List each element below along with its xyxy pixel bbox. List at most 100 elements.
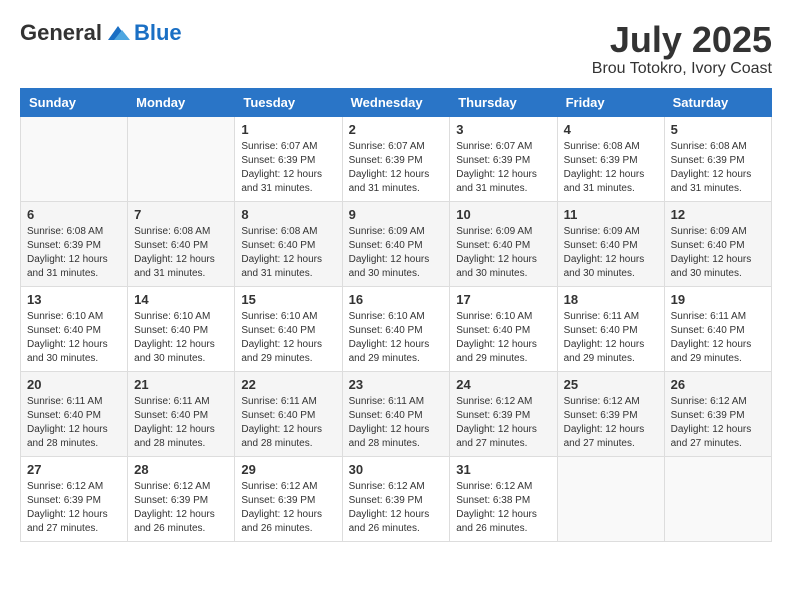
calendar-cell: 11 Sunrise: 6:09 AM Sunset: 6:40 PM Dayli… [557, 201, 664, 286]
day-number: 5 [671, 122, 765, 137]
calendar-cell: 25Sunrise: 6:12 AM Sunset: 6:39 PM Dayli… [557, 371, 664, 456]
calendar-cell: 4 Sunrise: 6:08 AM Sunset: 6:39 PM Daylig… [557, 116, 664, 201]
calendar-cell: 31 Sunrise: 6:12 AM Sunset: 6:38 PM Dayli… [450, 456, 557, 541]
day-number: 13 [27, 292, 121, 307]
day-info: Sunrise: 6:09 AM Sunset: 6:40 PM Dayligh… [456, 225, 550, 281]
calendar-cell: 6 Sunrise: 6:08 AM Sunset: 6:39 PM Daylig… [21, 201, 128, 286]
day-number: 18 [564, 292, 658, 307]
title-block: July 2025 Brou Totokro, Ivory Coast [592, 20, 772, 78]
day-info: Sunrise: 6:11 AM Sunset: 6:40 PM Dayligh… [241, 395, 335, 451]
calendar-cell: 17 Sunrise: 6:10 AM Sunset: 6:40 PM Dayli… [450, 286, 557, 371]
day-number: 3 [456, 122, 550, 137]
day-info: Sunrise: 6:11 AM Sunset: 6:40 PM Dayligh… [564, 310, 658, 366]
day-info: Sunrise: 6:10 AM Sunset: 6:40 PM Dayligh… [27, 310, 121, 366]
day-info: Sunrise: 6:09 AM Sunset: 6:40 PM Dayligh… [564, 225, 658, 281]
day-number: 20 [27, 377, 121, 392]
calendar-cell: 15 Sunrise: 6:10 AM Sunset: 6:40 PM Dayli… [235, 286, 342, 371]
calendar-cell [128, 116, 235, 201]
day-info: Sunrise: 6:12 AM Sunset: 6:39 PM Dayligh… [134, 480, 228, 536]
day-info: Sunrise: 6:12 AM Sunset: 6:39 PM Dayligh… [671, 395, 765, 451]
weekday-header: Monday [128, 88, 235, 116]
day-info: Sunrise: 6:08 AM Sunset: 6:39 PM Dayligh… [27, 225, 121, 281]
weekday-header: Friday [557, 88, 664, 116]
day-number: 31 [456, 462, 550, 477]
day-number: 14 [134, 292, 228, 307]
logo: General Blue [20, 20, 182, 46]
day-number: 27 [27, 462, 121, 477]
weekday-header: Wednesday [342, 88, 450, 116]
calendar-cell: 7 Sunrise: 6:08 AM Sunset: 6:40 PM Daylig… [128, 201, 235, 286]
calendar-cell: 21 Sunrise: 6:11 AM Sunset: 6:40 PM Dayli… [128, 371, 235, 456]
day-number: 30 [349, 462, 444, 477]
day-info: Sunrise: 6:08 AM Sunset: 6:39 PM Dayligh… [564, 140, 658, 196]
calendar-cell: 1 Sunrise: 6:07 AM Sunset: 6:39 PM Daylig… [235, 116, 342, 201]
calendar-cell: 18 Sunrise: 6:11 AM Sunset: 6:40 PM Dayli… [557, 286, 664, 371]
day-number: 16 [349, 292, 444, 307]
day-info: Sunrise: 6:11 AM Sunset: 6:40 PM Dayligh… [134, 395, 228, 451]
calendar-cell: 22 Sunrise: 6:11 AM Sunset: 6:40 PM Dayli… [235, 371, 342, 456]
calendar-cell: 24 Sunrise: 6:12 AM Sunset: 6:39 PM Dayli… [450, 371, 557, 456]
calendar-cell: 27 Sunrise: 6:12 AM Sunset: 6:39 PM Dayli… [21, 456, 128, 541]
weekday-header: Tuesday [235, 88, 342, 116]
day-number: 12 [671, 207, 765, 222]
calendar-cell: 28Sunrise: 6:12 AM Sunset: 6:39 PM Dayli… [128, 456, 235, 541]
day-number: 8 [241, 207, 335, 222]
calendar-cell: 23Sunrise: 6:11 AM Sunset: 6:40 PM Dayli… [342, 371, 450, 456]
day-number: 19 [671, 292, 765, 307]
day-number: 15 [241, 292, 335, 307]
calendar-cell: 14Sunrise: 6:10 AM Sunset: 6:40 PM Dayli… [128, 286, 235, 371]
day-number: 4 [564, 122, 658, 137]
day-info: Sunrise: 6:09 AM Sunset: 6:40 PM Dayligh… [671, 225, 765, 281]
calendar-week-row: 6 Sunrise: 6:08 AM Sunset: 6:39 PM Daylig… [21, 201, 772, 286]
day-number: 17 [456, 292, 550, 307]
day-number: 21 [134, 377, 228, 392]
weekday-header: Saturday [664, 88, 771, 116]
day-number: 9 [349, 207, 444, 222]
day-number: 22 [241, 377, 335, 392]
day-number: 24 [456, 377, 550, 392]
day-number: 11 [564, 207, 658, 222]
day-info: Sunrise: 6:08 AM Sunset: 6:40 PM Dayligh… [134, 225, 228, 281]
calendar-cell: 10Sunrise: 6:09 AM Sunset: 6:40 PM Dayli… [450, 201, 557, 286]
day-number: 1 [241, 122, 335, 137]
day-info: Sunrise: 6:12 AM Sunset: 6:39 PM Dayligh… [564, 395, 658, 451]
logo-icon [104, 22, 132, 44]
day-number: 2 [349, 122, 444, 137]
calendar-cell: 16 Sunrise: 6:10 AM Sunset: 6:40 PM Dayli… [342, 286, 450, 371]
calendar-cell: 12 Sunrise: 6:09 AM Sunset: 6:40 PM Dayli… [664, 201, 771, 286]
weekday-header: Sunday [21, 88, 128, 116]
day-number: 6 [27, 207, 121, 222]
day-info: Sunrise: 6:07 AM Sunset: 6:39 PM Dayligh… [349, 140, 444, 196]
day-info: Sunrise: 6:10 AM Sunset: 6:40 PM Dayligh… [349, 310, 444, 366]
day-info: Sunrise: 6:10 AM Sunset: 6:40 PM Dayligh… [241, 310, 335, 366]
calendar-cell: 20 Sunrise: 6:11 AM Sunset: 6:40 PM Dayli… [21, 371, 128, 456]
day-number: 7 [134, 207, 228, 222]
calendar-week-row: 20 Sunrise: 6:11 AM Sunset: 6:40 PM Dayli… [21, 371, 772, 456]
day-info: Sunrise: 6:11 AM Sunset: 6:40 PM Dayligh… [27, 395, 121, 451]
weekday-header: Thursday [450, 88, 557, 116]
day-number: 23 [349, 377, 444, 392]
location-title: Brou Totokro, Ivory Coast [592, 60, 772, 78]
calendar-cell [557, 456, 664, 541]
calendar-cell: 2 Sunrise: 6:07 AM Sunset: 6:39 PM Daylig… [342, 116, 450, 201]
calendar-cell: 9Sunrise: 6:09 AM Sunset: 6:40 PM Daylig… [342, 201, 450, 286]
day-info: Sunrise: 6:12 AM Sunset: 6:39 PM Dayligh… [456, 395, 550, 451]
month-title: July 2025 [592, 20, 772, 60]
calendar-cell: 3Sunrise: 6:07 AM Sunset: 6:39 PM Daylig… [450, 116, 557, 201]
day-info: Sunrise: 6:12 AM Sunset: 6:38 PM Dayligh… [456, 480, 550, 536]
calendar-cell: 26Sunrise: 6:12 AM Sunset: 6:39 PM Dayli… [664, 371, 771, 456]
day-info: Sunrise: 6:07 AM Sunset: 6:39 PM Dayligh… [241, 140, 335, 196]
calendar-cell: 13 Sunrise: 6:10 AM Sunset: 6:40 PM Dayli… [21, 286, 128, 371]
page-header: General Blue July 2025 Brou Totokro, Ivo… [20, 20, 772, 78]
calendar-cell: 29Sunrise: 6:12 AM Sunset: 6:39 PM Dayli… [235, 456, 342, 541]
day-info: Sunrise: 6:12 AM Sunset: 6:39 PM Dayligh… [27, 480, 121, 536]
logo-general-text: General [20, 20, 102, 46]
day-info: Sunrise: 6:11 AM Sunset: 6:40 PM Dayligh… [671, 310, 765, 366]
day-info: Sunrise: 6:12 AM Sunset: 6:39 PM Dayligh… [349, 480, 444, 536]
day-info: Sunrise: 6:10 AM Sunset: 6:40 PM Dayligh… [456, 310, 550, 366]
calendar-week-row: 13 Sunrise: 6:10 AM Sunset: 6:40 PM Dayli… [21, 286, 772, 371]
weekday-header-row: SundayMondayTuesdayWednesdayThursdayFrid… [21, 88, 772, 116]
calendar-cell: 5Sunrise: 6:08 AM Sunset: 6:39 PM Daylig… [664, 116, 771, 201]
calendar-week-row: 27 Sunrise: 6:12 AM Sunset: 6:39 PM Dayli… [21, 456, 772, 541]
calendar-cell: 19 Sunrise: 6:11 AM Sunset: 6:40 PM Dayli… [664, 286, 771, 371]
